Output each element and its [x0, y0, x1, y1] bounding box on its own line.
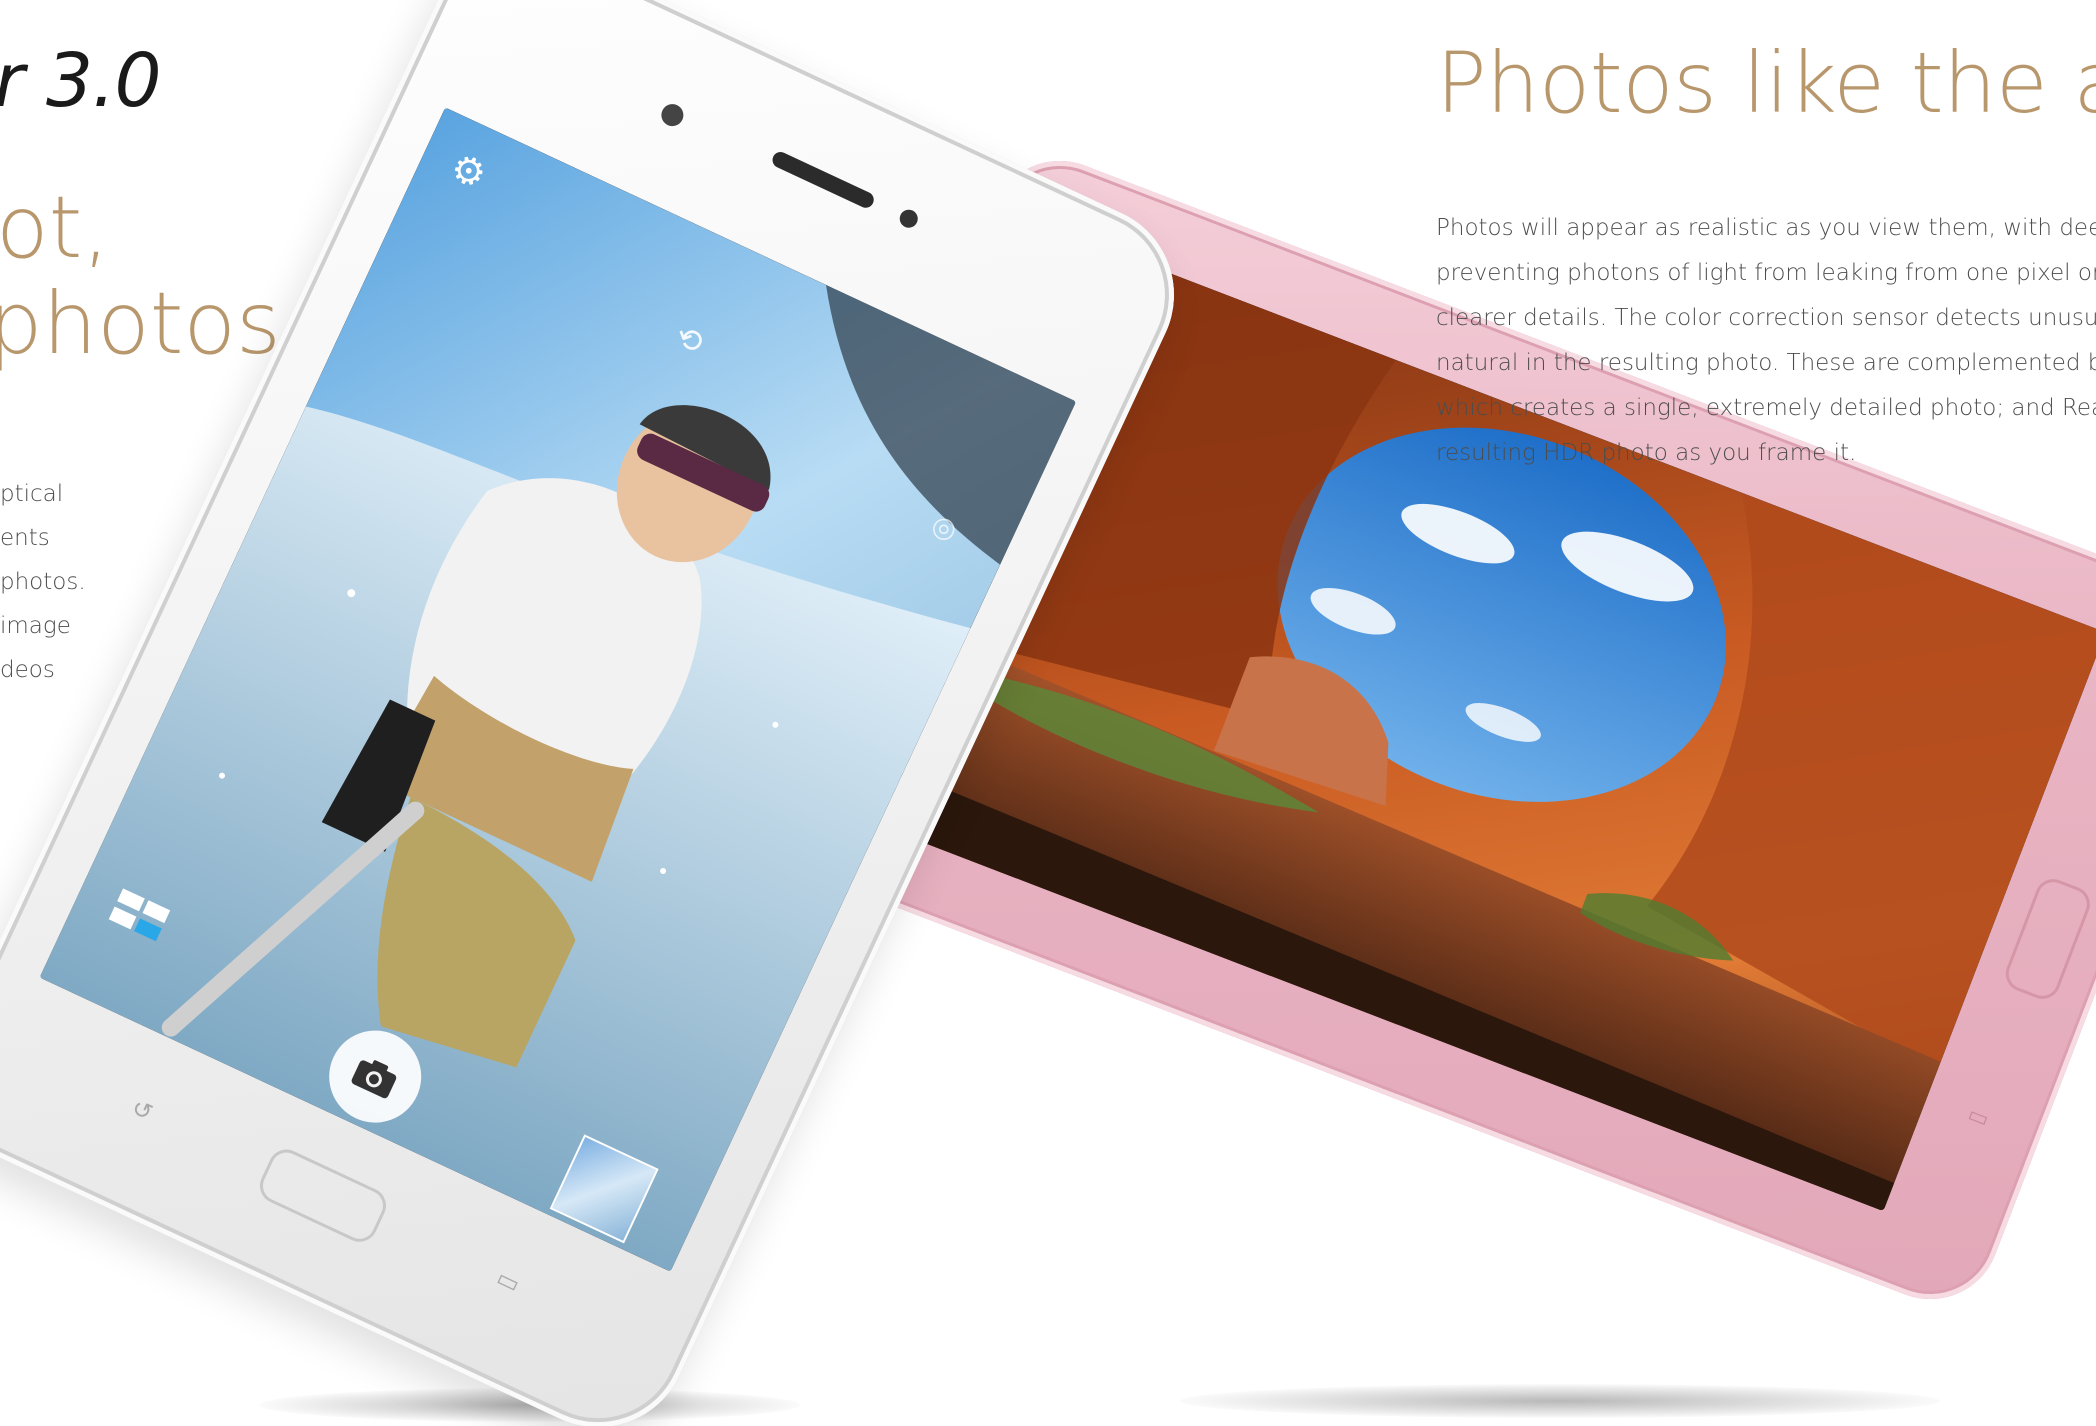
- left-headline: ot, photos: [0, 180, 281, 372]
- product-feature-section: r 3.0 ot, photos ptical ents photos. ima…: [0, 0, 2096, 1426]
- feature-description: Photos will appear as realistic as you v…: [1436, 206, 2096, 476]
- brand-mark: r 3.0: [0, 38, 162, 124]
- phone-shadow: [1180, 1384, 1940, 1418]
- recent-apps-icon[interactable]: ▭: [1961, 1101, 1995, 1135]
- left-body-line: image: [0, 613, 71, 639]
- feature-body-line: preventing photons of light from leaking…: [1436, 260, 2096, 286]
- right-feature-column: Photos like the act Photos will appear a…: [1436, 0, 2096, 480]
- left-body-line: photos.: [0, 569, 86, 595]
- feature-body-line: which creates a single, extremely detail…: [1436, 395, 2096, 421]
- feature-body-line: natural in the resulting photo. These ar…: [1436, 350, 2096, 376]
- feature-body-line: clearer details. The color correction se…: [1436, 305, 2096, 331]
- back-button-icon[interactable]: ↺: [122, 1090, 162, 1130]
- front-camera-icon: [657, 100, 687, 130]
- home-button[interactable]: [2000, 873, 2096, 1005]
- earpiece-speaker: [769, 149, 877, 211]
- left-body-line: ents: [0, 525, 50, 551]
- shutter-glyph: [351, 1060, 397, 1099]
- left-headline-line: photos: [0, 274, 281, 374]
- left-body-text: ptical ents photos. image deos: [0, 472, 86, 692]
- feature-title: Photos like the act: [1436, 34, 2096, 132]
- left-body-line: ptical: [0, 481, 64, 507]
- feature-body-line: Photos will appear as realistic as you v…: [1436, 215, 2096, 241]
- recent-apps-icon[interactable]: ▭: [488, 1261, 528, 1301]
- proximity-sensor: [896, 206, 921, 231]
- home-button[interactable]: [254, 1143, 392, 1248]
- feature-body-line: resulting HDR photo as you frame it.: [1436, 440, 1857, 466]
- left-headline-line: ot,: [0, 178, 110, 278]
- left-body-line: deos: [0, 657, 55, 683]
